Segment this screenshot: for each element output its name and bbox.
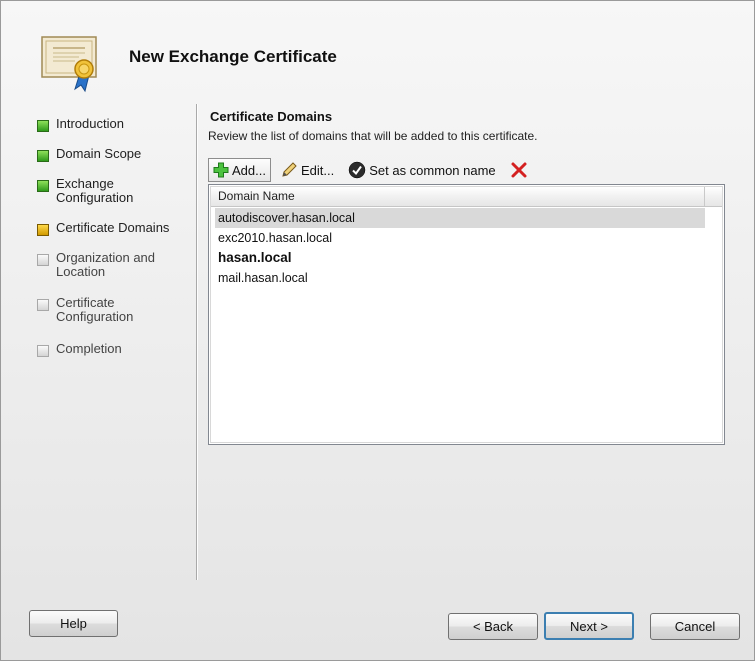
domain-list[interactable]: Domain Name autodiscover.hasan.local exc… [208, 184, 725, 445]
nav-step-certificate-configuration: Certificate Configuration [31, 296, 191, 324]
section-description: Review the list of domains that will be … [208, 129, 538, 143]
nav-step-exchange-configuration: Exchange Configuration [31, 177, 191, 205]
cancel-button[interactable]: Cancel [650, 613, 740, 640]
edit-button[interactable]: Edit... [275, 158, 339, 182]
nav-step-completion: Completion [31, 342, 191, 357]
edit-button-label: Edit... [300, 162, 335, 178]
wizard-title: New Exchange Certificate [129, 47, 337, 66]
list-item[interactable]: mail.hasan.local [215, 268, 705, 288]
step-current-icon [37, 224, 49, 236]
step-complete-icon [37, 150, 49, 162]
step-pending-icon [37, 299, 49, 311]
next-button[interactable]: Next > [544, 612, 634, 640]
domain-toolbar: Add... Edit... Set as common name [208, 157, 536, 183]
nav-step-organization-location: Organization and Location [31, 251, 191, 279]
list-item[interactable]: exc2010.hasan.local [215, 228, 705, 248]
list-header: Domain Name [211, 187, 722, 207]
add-button[interactable]: Add... [208, 158, 271, 182]
nav-step-certificate-domains: Certificate Domains [31, 221, 191, 236]
list-item[interactable]: hasan.local [215, 248, 705, 268]
step-complete-icon [37, 180, 49, 192]
delete-x-icon [511, 162, 527, 178]
list-item[interactable]: autodiscover.hasan.local [215, 208, 705, 228]
remove-button[interactable] [505, 158, 536, 182]
nav-divider [196, 104, 198, 580]
nav-step-label: Certificate Configuration [56, 295, 134, 324]
nav-step-label: Completion [56, 341, 122, 356]
step-complete-icon [37, 120, 49, 132]
domain-list-body: Domain Name autodiscover.hasan.local exc… [210, 186, 723, 443]
wizard-window: New Exchange Certificate Introduction Do… [0, 0, 755, 661]
nav-step-label: Exchange Configuration [56, 176, 134, 205]
help-button[interactable]: Help [29, 610, 118, 637]
set-common-name-label: Set as common name [369, 162, 496, 178]
nav-step-label: Domain Scope [56, 146, 142, 161]
certificate-icon [41, 36, 97, 93]
back-button[interactable]: < Back [448, 613, 538, 640]
section-title: Certificate Domains [210, 109, 333, 124]
checkmark-circle-icon [348, 161, 366, 179]
column-header-domain-name[interactable]: Domain Name [211, 187, 705, 206]
step-pending-icon [37, 345, 49, 357]
add-button-label: Add... [232, 162, 266, 178]
nav-step-label: Certificate Domains [56, 220, 170, 235]
set-common-name-button[interactable]: Set as common name [343, 158, 500, 182]
add-plus-icon [213, 162, 229, 178]
wizard-header: New Exchange Certificate [1, 1, 754, 101]
step-pending-icon [37, 254, 49, 266]
nav-step-introduction: Introduction [31, 117, 191, 132]
pencil-icon [282, 162, 297, 177]
nav-step-label: Introduction [56, 116, 124, 131]
nav-step-domain-scope: Domain Scope [31, 147, 191, 162]
nav-step-label: Organization and Location [56, 250, 156, 279]
